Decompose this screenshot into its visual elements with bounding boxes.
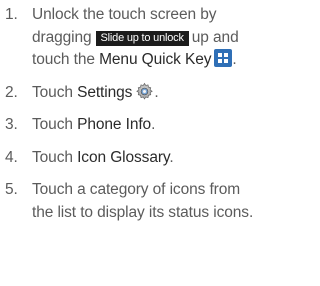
settings-gear-icon	[136, 82, 154, 100]
step-text-end: .	[151, 116, 156, 133]
step-2: 2. Touch Settings .	[0, 82, 262, 105]
menu-quick-key-icon	[214, 49, 233, 67]
icon-glossary-label: Icon Glossary	[77, 148, 170, 166]
step-3: 3. Touch Phone Info.	[0, 114, 262, 137]
settings-label: Settings	[77, 83, 133, 101]
step-1: 1. Unlock the touch screen by dragging Sl…	[0, 4, 262, 72]
step-text-end: .	[154, 83, 159, 101]
step-5: 5. Touch a category of icons from the li…	[0, 179, 262, 224]
phone-info-label: Phone Info	[77, 116, 152, 133]
step-number: 2.	[5, 83, 18, 101]
step-number: 3.	[5, 116, 18, 133]
step-number: 5.	[5, 181, 18, 198]
step-text: Touch a category of icons from the list …	[32, 181, 254, 221]
slide-up-to-unlock-label: Slide up to unlock	[95, 30, 189, 46]
step-number: 1.	[5, 6, 18, 23]
step-text-end: .	[232, 51, 237, 68]
step-text-end: .	[169, 148, 174, 166]
step-4: 4. Touch Icon Glossary.	[0, 147, 262, 170]
step-text-intro: Touch	[32, 83, 73, 101]
step-text-intro: Touch	[32, 148, 73, 166]
instruction-steps: 1. Unlock the touch screen by dragging Sl…	[0, 4, 262, 224]
step-number: 4.	[5, 148, 18, 166]
step-text-intro: Touch	[32, 116, 73, 133]
menu-quick-key-label: Menu Quick Key	[99, 51, 212, 68]
